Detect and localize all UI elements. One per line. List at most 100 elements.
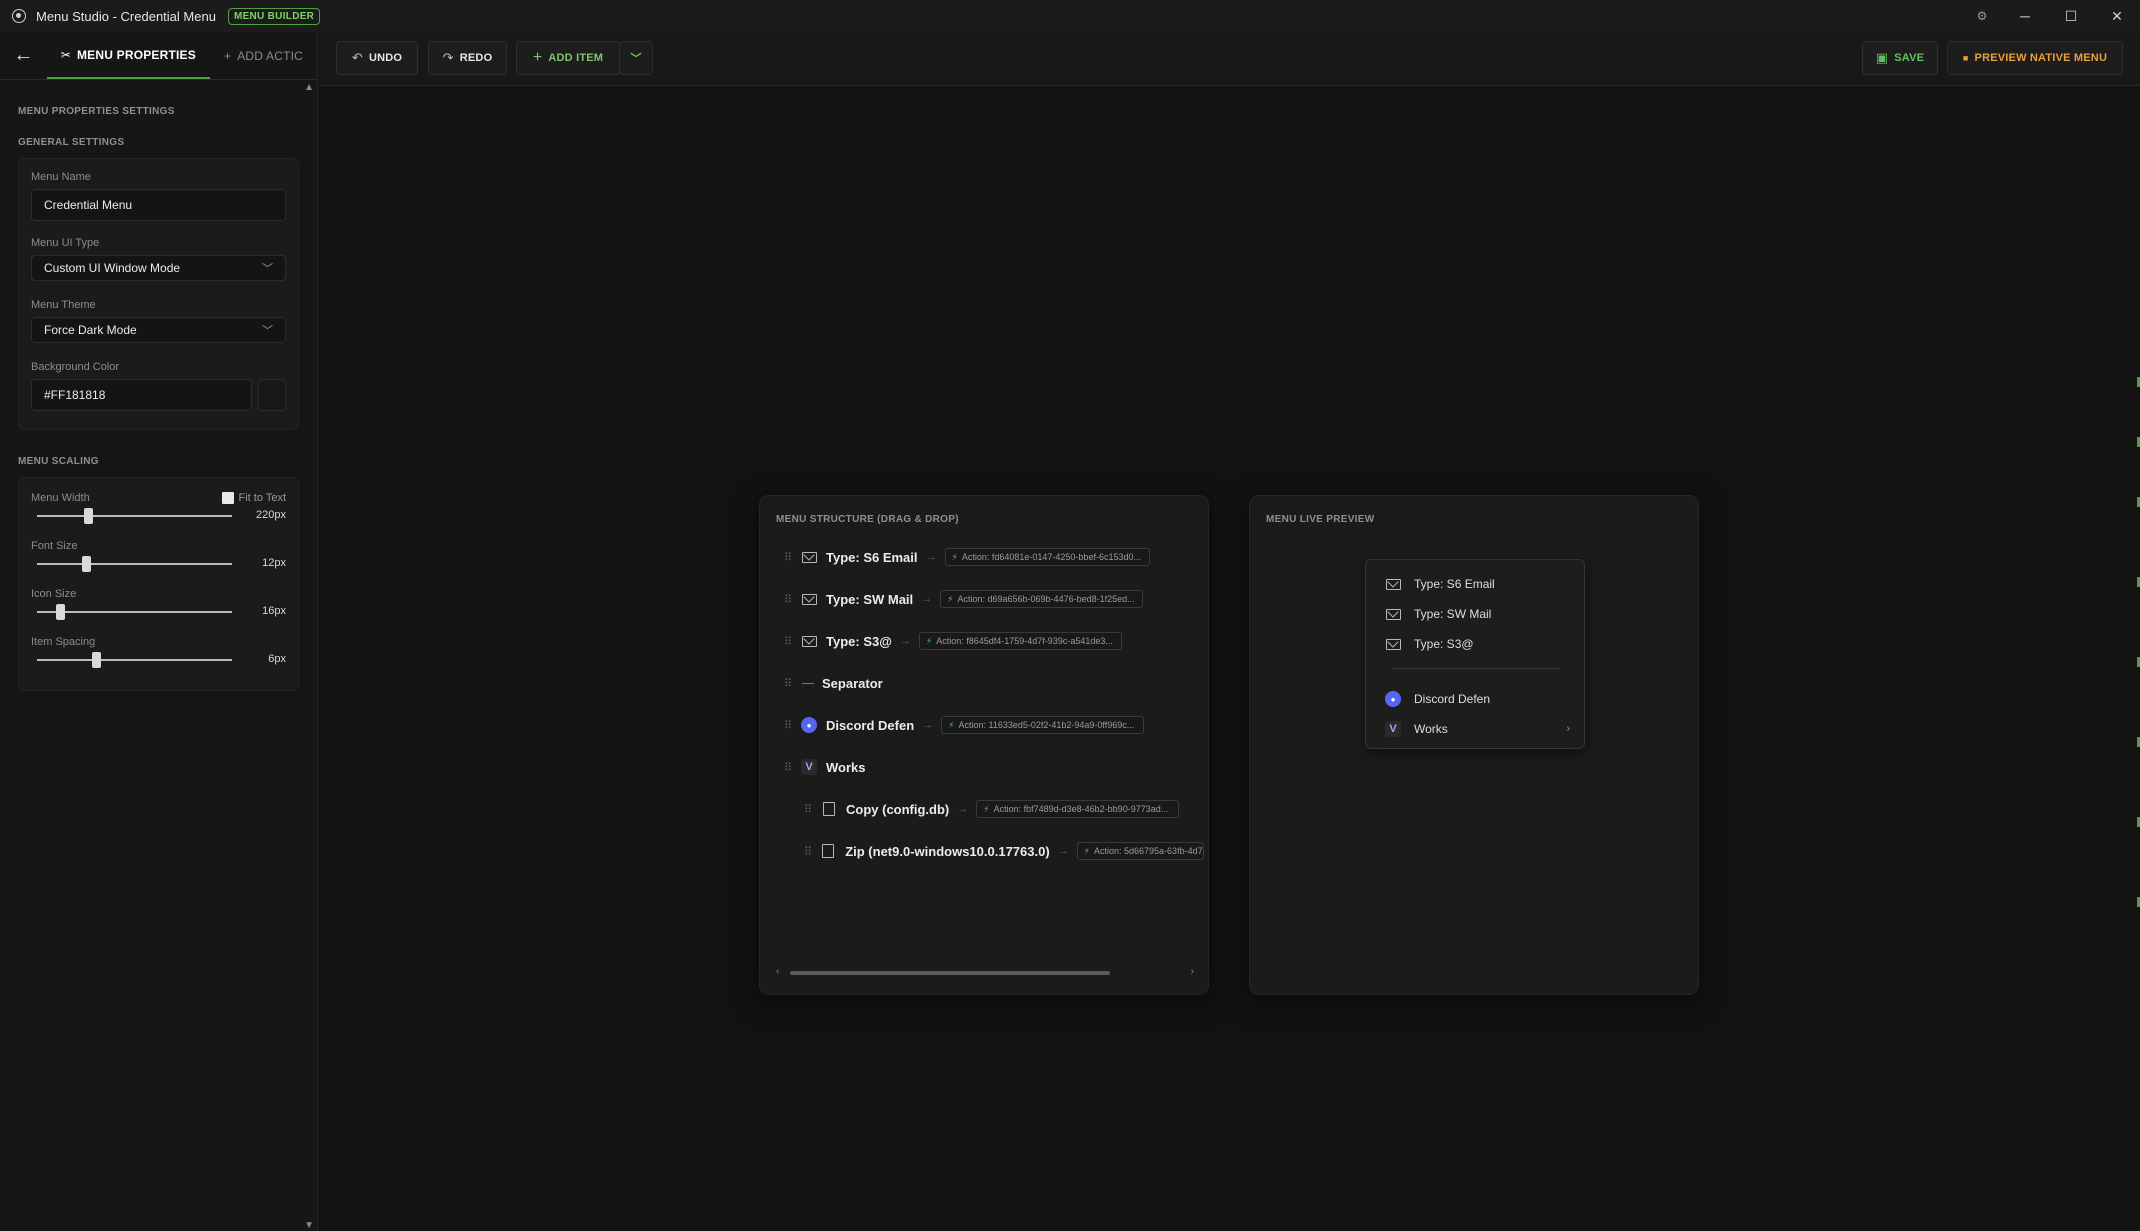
slider-label: Item Spacing: [31, 636, 96, 648]
scrollbar-thumb[interactable]: [790, 971, 1110, 975]
mode-badge: MENU BUILDER: [227, 7, 321, 25]
icon-size-slider[interactable]: Icon Size 16px: [31, 588, 286, 636]
preview-context-menu: Type: S6 Email Type: SW Mail Type: S3@ ●…: [1365, 559, 1585, 749]
slider-thumb[interactable]: [83, 508, 93, 524]
preview-menu-item[interactable]: Type: S6 Email: [1384, 574, 1570, 594]
slider-thumb[interactable]: [91, 652, 101, 668]
close-button[interactable]: ✕: [2094, 0, 2140, 32]
drag-handle-icon[interactable]: ⠿: [784, 761, 800, 774]
window-controls: ⚙ ─ ☐ ✕: [1962, 0, 2140, 32]
mail-icon: [800, 590, 818, 608]
arrow-icon: →: [925, 551, 937, 563]
slider-track[interactable]: [37, 515, 232, 517]
item-spacing-slider[interactable]: Item Spacing 6px: [31, 636, 286, 684]
panel-title: MENU LIVE PREVIEW: [1266, 514, 1375, 525]
back-arrow-icon[interactable]: ←: [0, 32, 47, 79]
editor-canvas: MENU STRUCTURE (DRAG & DROP) ⠿ Type: S6 …: [319, 87, 2140, 1231]
mail-icon: [800, 632, 818, 650]
tree-item-child[interactable]: ⠿ Zip (net9.0-windows10.0.17763.0) → ⚡ A…: [804, 840, 1204, 862]
item-name: Type: S3@: [826, 633, 892, 649]
chevron-down-icon: ﹀: [262, 325, 273, 337]
slider-track[interactable]: [37, 611, 232, 613]
tree-item-folder[interactable]: ⠿ V Works: [784, 756, 866, 778]
separator-icon: [802, 682, 814, 684]
action-text: Action: fd64081e-0147-4250-bbef-6c153d0.…: [961, 552, 1141, 562]
add-item-button[interactable]: + ADD ITEM: [516, 41, 620, 75]
drag-handle-icon[interactable]: ⠿: [784, 593, 800, 606]
tree-item-child[interactable]: ⠿ Copy (config.db) → ⚡ Action: fbf7489d-…: [804, 798, 1180, 820]
preview-menu-item-submenu[interactable]: V Works ›: [1384, 719, 1570, 739]
color-swatch-button[interactable]: [258, 379, 286, 411]
tab-menu-properties[interactable]: ✂ MENU PROPERTIES: [46, 32, 210, 79]
tab-label: MENU PROPERTIES: [76, 47, 196, 62]
preview-menu-item[interactable]: Type: S3@: [1384, 634, 1570, 654]
tree-item[interactable]: ⠿ Type: S3@ → ⚡ Action: f8645df4-1759-4d…: [784, 630, 1122, 652]
scroll-up-arrow[interactable]: ▲: [304, 82, 314, 93]
save-button[interactable]: ▣ SAVE: [1862, 41, 1938, 75]
tree-item[interactable]: ⠿ Type: S6 Email → ⚡ Action: fd64081e-01…: [784, 546, 1150, 568]
bolt-icon: ⚡: [1083, 845, 1090, 856]
tab-label: ADD ACTIC: [237, 48, 303, 63]
app-logo-icon: [12, 9, 26, 23]
action-pill[interactable]: ⚡ Action: fd64081e-0147-4250-bbef-6c153d…: [944, 548, 1150, 566]
action-text: Action: f8645df4-1759-4d7f-939c-a541de3.…: [936, 636, 1113, 646]
action-pill[interactable]: ⚡ Action: f8645df4-1759-4d7f-939c-a541de…: [918, 632, 1122, 650]
font-size-slider[interactable]: Font Size 12px: [31, 540, 286, 588]
slider-track[interactable]: [37, 563, 232, 565]
section-title: MENU PROPERTIES SETTINGS: [18, 106, 175, 117]
tree-item-separator[interactable]: ⠿ Separator: [784, 672, 883, 694]
action-text: Action: d69a656b-069b-4476-bed8-1f25ed..…: [957, 594, 1135, 604]
tree-item[interactable]: ⠿ ● Discord Defen → ⚡ Action: 11633ed5-0…: [784, 714, 1145, 736]
arrow-icon: →: [1057, 845, 1069, 857]
plus-icon: +: [532, 49, 543, 66]
slider-thumb[interactable]: [56, 604, 66, 620]
mail-icon: [1384, 635, 1402, 653]
button-label: REDO: [459, 52, 493, 64]
checkbox-box[interactable]: [221, 492, 234, 504]
button-label: PREVIEW NATIVE MENU: [1974, 52, 2108, 64]
background-color-input[interactable]: #FF181818: [31, 379, 252, 411]
tab-add-action[interactable]: + ADD ACTIC: [210, 32, 317, 79]
slider-thumb[interactable]: [81, 556, 91, 572]
mail-icon: [1384, 605, 1402, 623]
bolt-icon: ⚡: [947, 593, 954, 604]
action-pill[interactable]: ⚡ Action: fbf7489d-d3e8-46b2-bb90-9773ad…: [976, 800, 1180, 818]
slider-track[interactable]: [37, 659, 232, 661]
drag-handle-icon[interactable]: ⠿: [804, 845, 820, 858]
minimize-button[interactable]: ─: [2002, 0, 2048, 32]
scroll-right-arrow[interactable]: ›: [1191, 966, 1194, 977]
preview-menu-item[interactable]: ● Discord Defen: [1384, 689, 1570, 709]
drag-handle-icon[interactable]: ⠿: [784, 551, 800, 564]
menu-ui-type-select[interactable]: Custom UI Window Mode ﹀: [31, 255, 286, 281]
horizontal-scrollbar[interactable]: ‹ ›: [776, 966, 1194, 978]
settings-gear-icon[interactable]: ⚙: [1962, 0, 2002, 32]
item-name: Zip (net9.0-windows10.0.17763.0): [845, 843, 1050, 859]
action-pill[interactable]: ⚡ Action: 11633ed5-02f2-41b2-94a9-0ff969…: [941, 716, 1145, 734]
menu-name-label: Menu Name: [31, 171, 91, 183]
preview-icon: ■: [1962, 53, 1969, 63]
drag-handle-icon[interactable]: ⠿: [784, 677, 800, 690]
scroll-left-arrow[interactable]: ‹: [776, 966, 779, 977]
drag-handle-icon[interactable]: ⠿: [784, 719, 800, 732]
menu-name-input[interactable]: Credential Menu: [31, 189, 286, 221]
fit-to-text-checkbox[interactable]: Fit to Text: [221, 492, 286, 504]
preview-native-menu-button[interactable]: ■ PREVIEW NATIVE MENU: [1947, 41, 2123, 75]
tree-item[interactable]: ⠿ Type: SW Mail → ⚡ Action: d69a656b-069…: [784, 588, 1144, 610]
redo-icon: ↷: [442, 50, 454, 65]
maximize-button[interactable]: ☐: [2048, 0, 2094, 32]
scroll-down-arrow[interactable]: ▼: [304, 1220, 314, 1231]
menu-width-slider[interactable]: Menu Width Fit to Text 220px: [31, 492, 286, 540]
drag-handle-icon[interactable]: ⠿: [784, 635, 800, 648]
item-label: Works: [1414, 722, 1448, 736]
action-pill[interactable]: ⚡ Action: d69a656b-069b-4476-bed8-1f25ed…: [940, 590, 1144, 608]
sidebar-tabs: ← ✂ MENU PROPERTIES + ADD ACTIC: [0, 32, 317, 80]
drag-handle-icon[interactable]: ⠿: [804, 803, 820, 816]
preview-menu-item[interactable]: Type: SW Mail: [1384, 604, 1570, 624]
action-pill[interactable]: ⚡ Action: 5d66795a-63fb-4d7: [1076, 842, 1204, 860]
menu-theme-select[interactable]: Force Dark Mode ﹀: [31, 317, 286, 343]
item-name: Type: SW Mail: [826, 591, 914, 607]
add-item-dropdown-button[interactable]: ﹀: [619, 41, 653, 75]
undo-button[interactable]: ↶ UNDO: [336, 41, 418, 75]
redo-button[interactable]: ↷ REDO: [428, 41, 507, 75]
slider-label: Icon Size: [31, 588, 77, 600]
